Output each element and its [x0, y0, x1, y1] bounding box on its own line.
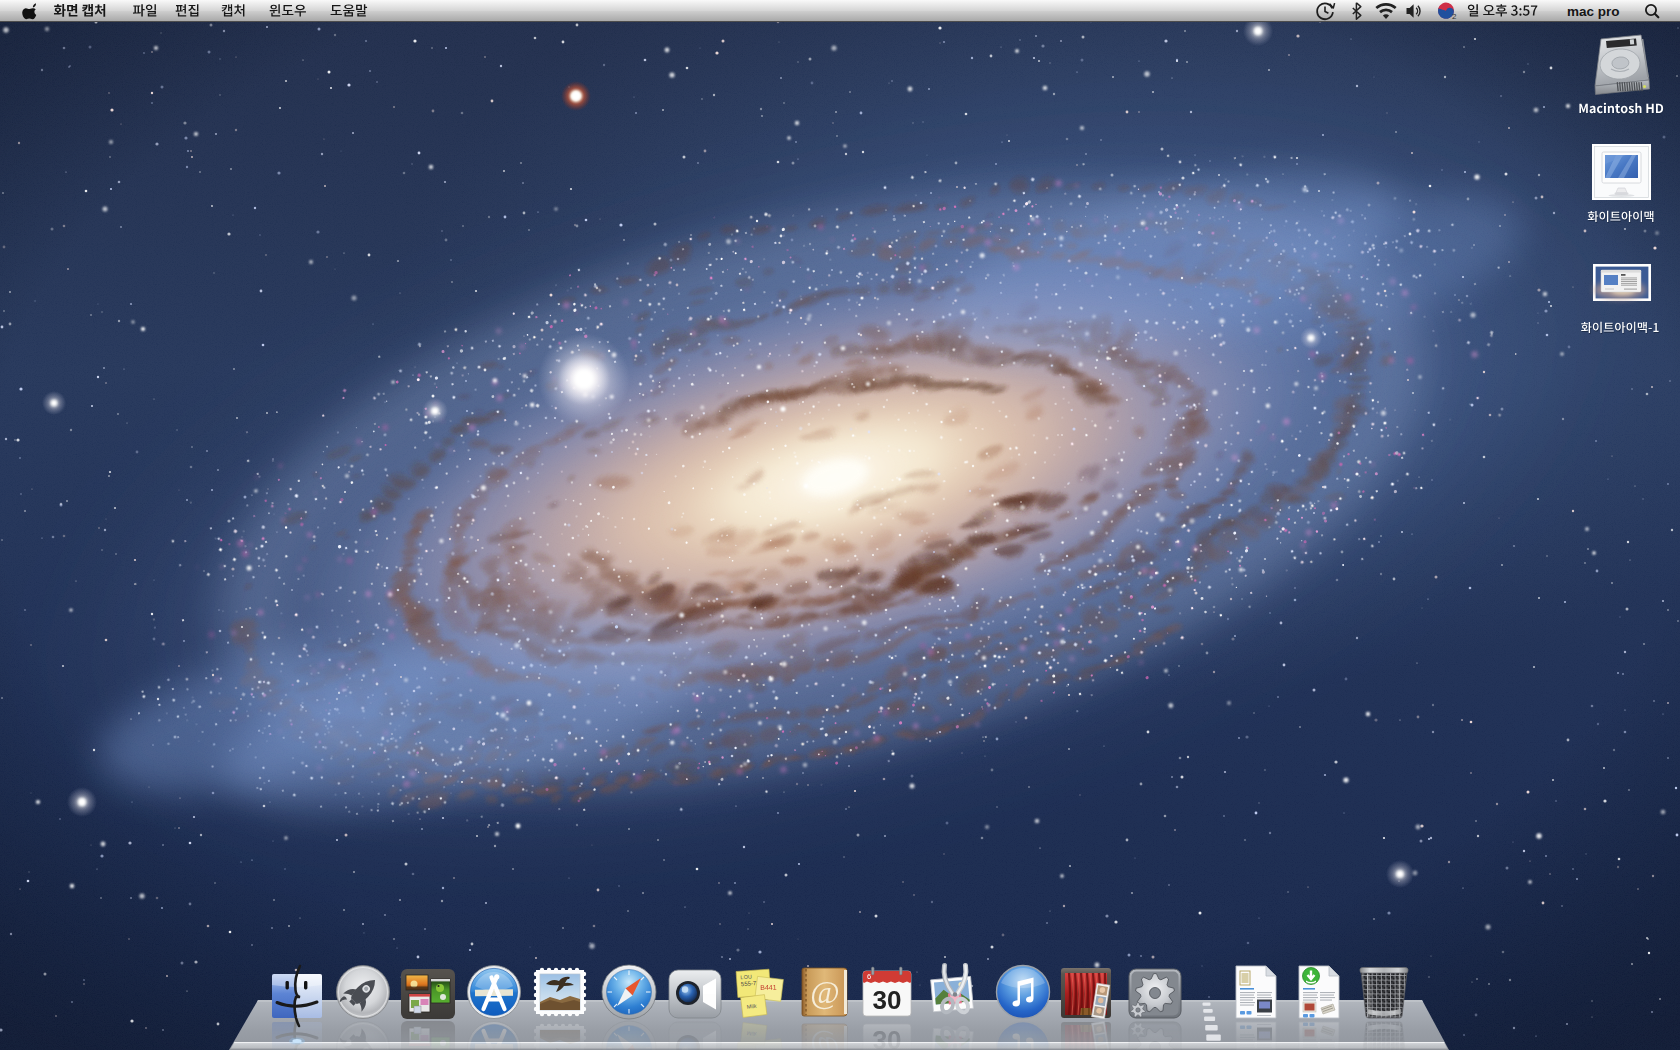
svg-text:mac pro: mac pro	[1567, 4, 1620, 19]
svg-text:2: 2	[1452, 12, 1457, 21]
